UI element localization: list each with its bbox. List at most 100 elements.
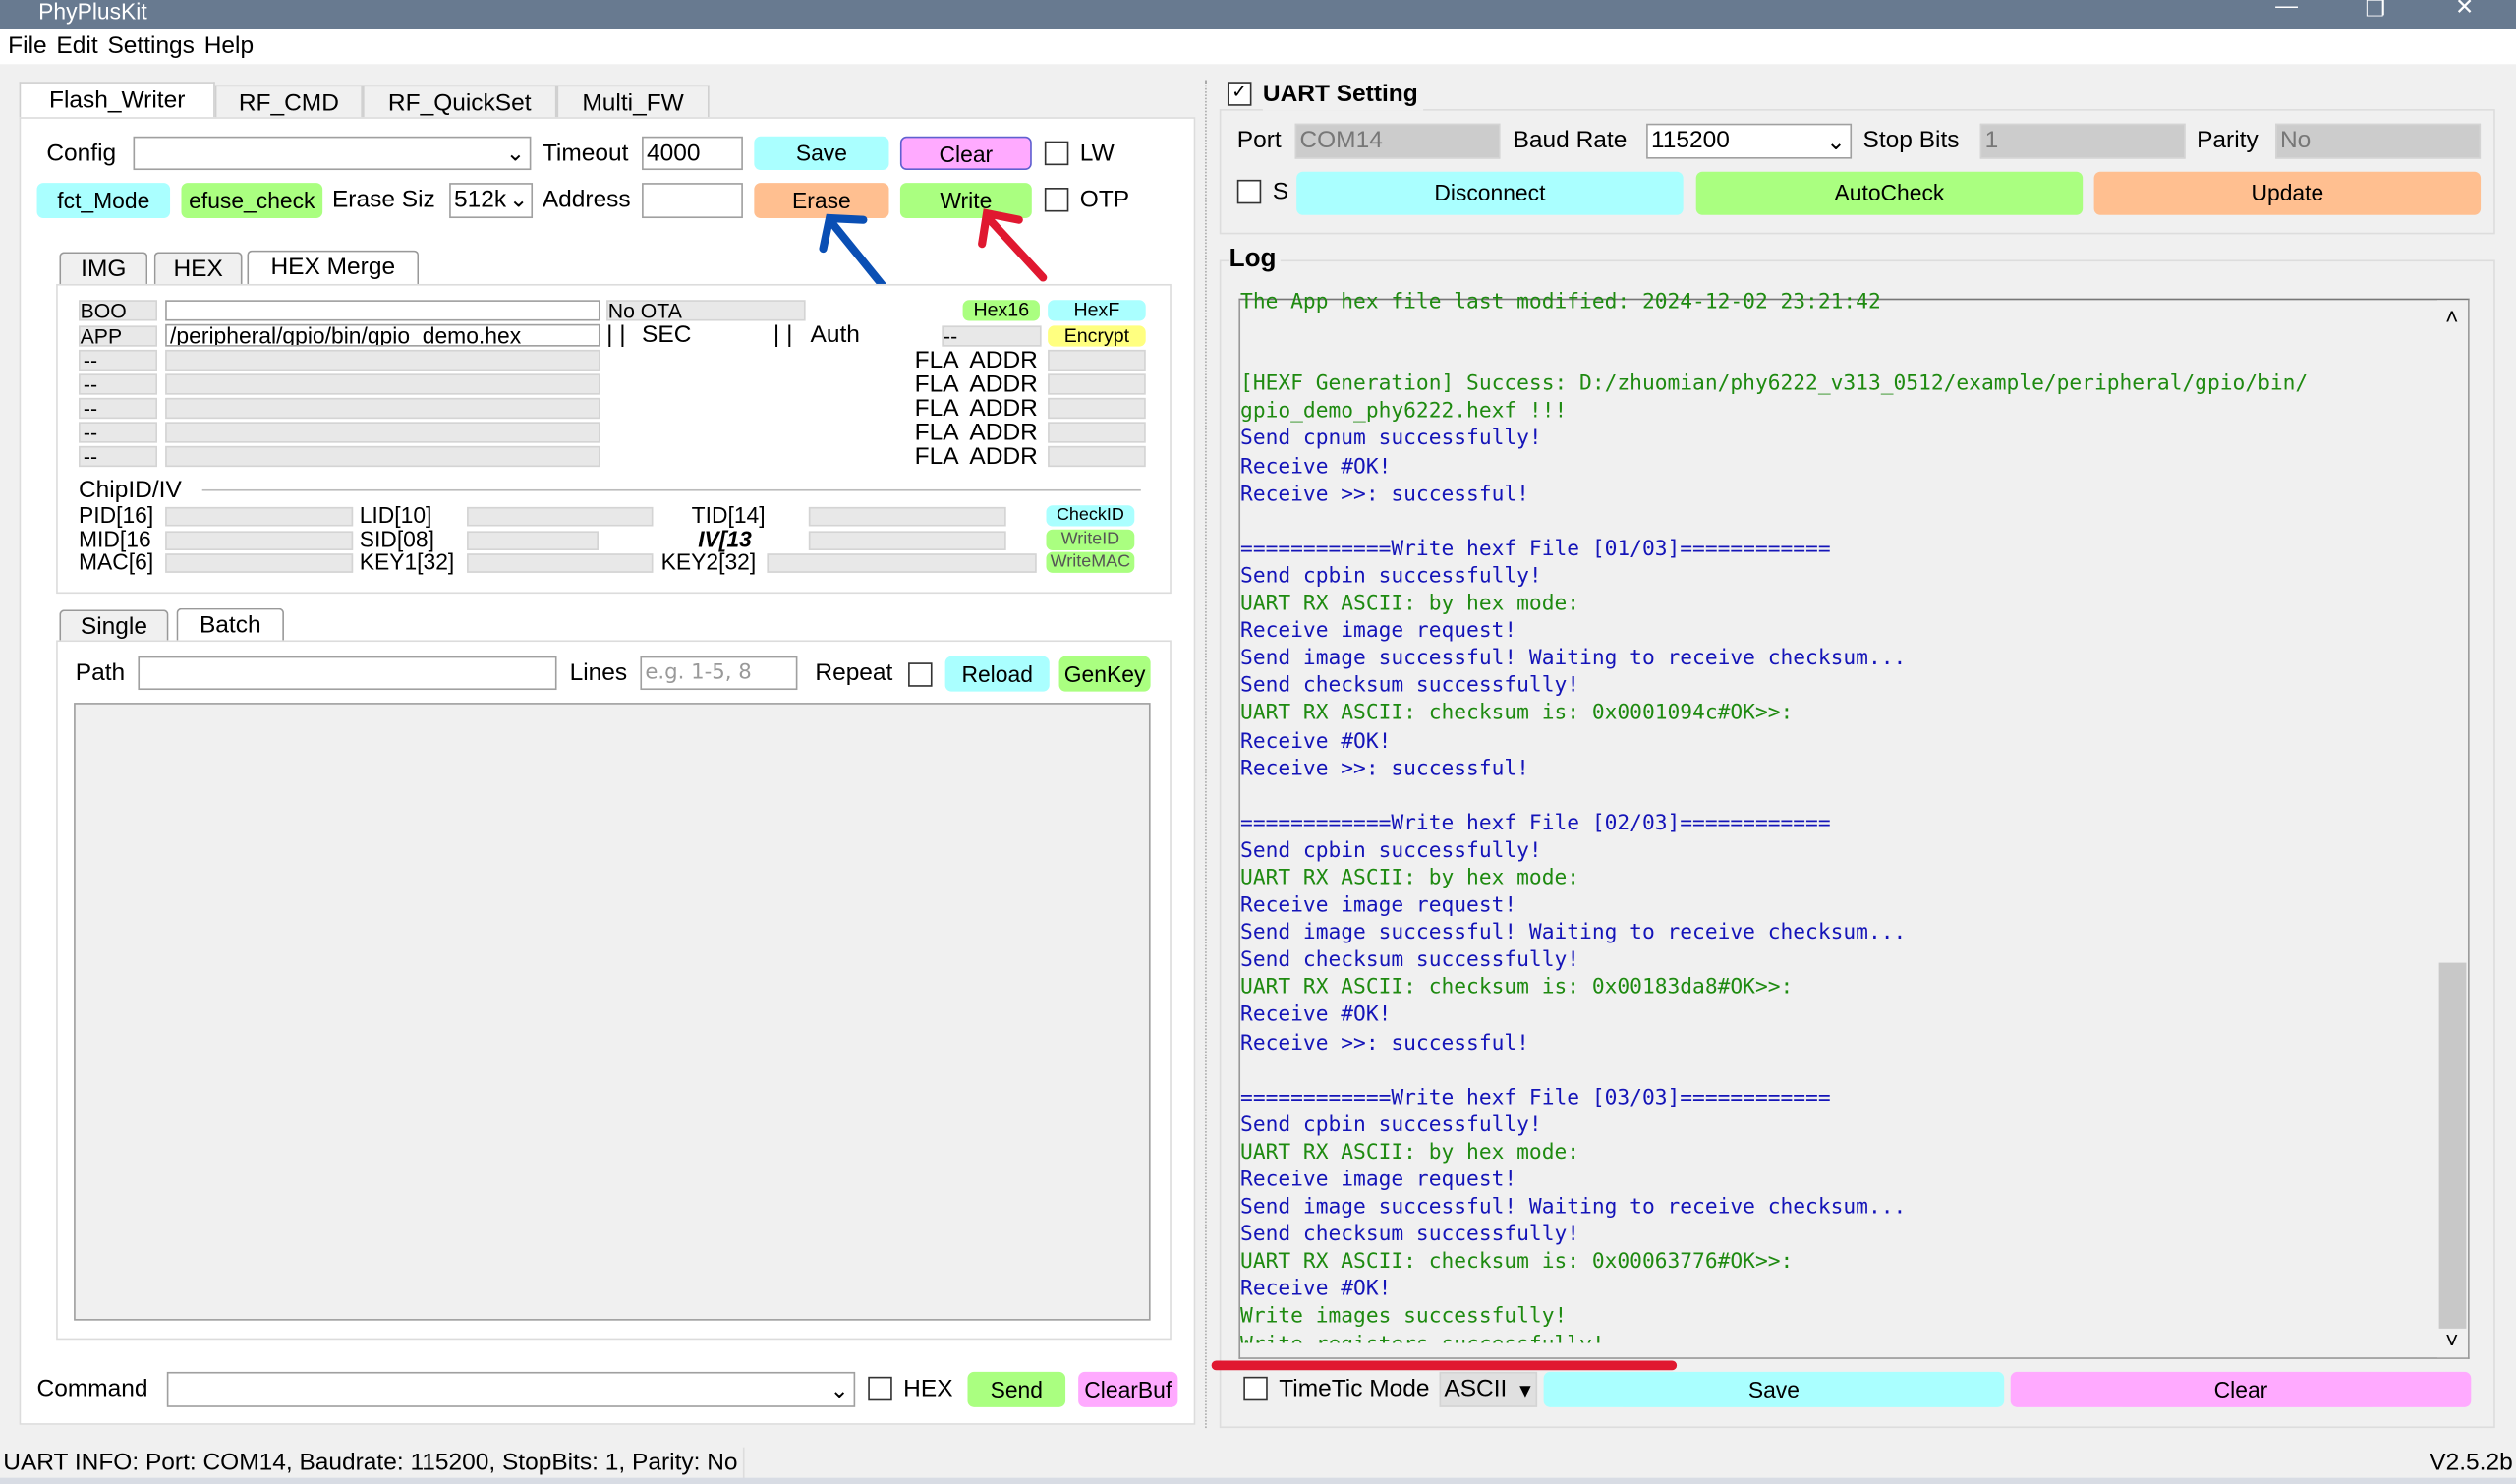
app-select[interactable]: APP [78,325,157,347]
tab-rf-quickset[interactable]: RF_QuickSet [362,85,557,119]
fla-addr-input[interactable] [1048,445,1146,468]
fla-addr-input[interactable] [1048,397,1146,420]
encrypt-select[interactable]: -- [942,325,1042,347]
boot-select[interactable]: BOO [78,300,157,321]
tab-multi-fw[interactable]: Multi_FW [556,85,710,119]
sid-input[interactable] [467,531,599,550]
tab-hex-merge[interactable]: HEX Merge [247,250,420,286]
tab-batch[interactable]: Batch [176,607,284,643]
send-button[interactable]: Send [967,1371,1066,1407]
lw-checkbox[interactable] [1044,141,1069,166]
tab-rf-cmd[interactable]: RF_CMD [214,85,363,119]
region-path-input[interactable] [165,349,600,371]
clear-button[interactable]: Clear [899,136,1032,171]
status-version: V2.5.2b [2430,1449,2513,1477]
iv-input[interactable] [808,531,1006,550]
clearbuf-button[interactable]: ClearBuf [1078,1371,1178,1407]
log-scrollbar[interactable]: ˄ ˅ [2436,300,2469,1358]
log-clear-button[interactable]: Clear [2010,1371,2472,1407]
erase-size-select[interactable]: 512k ⌄ [449,183,534,219]
tab-img[interactable]: IMG [59,252,148,284]
region-path-input[interactable] [165,397,600,420]
log-save-button[interactable]: Save [1543,1371,2005,1407]
log-mode-select[interactable]: ASCII ▾ [1439,1371,1538,1407]
menu-file[interactable]: File [8,32,46,60]
tab-hex[interactable]: HEX [153,252,243,284]
mid-input[interactable] [165,531,354,550]
address-input[interactable] [642,183,743,219]
mac-input[interactable] [165,553,354,573]
region-select[interactable]: -- [78,373,157,395]
log-line: Receive image request! [1240,1168,1517,1193]
boot-path-input[interactable] [165,300,600,321]
lid-input[interactable] [467,506,654,527]
region-select[interactable]: -- [78,349,157,371]
timeout-input[interactable]: 4000 [642,136,743,171]
update-button[interactable]: Update [2093,171,2482,215]
timetic-label: TimeTic Mode [1279,1375,1430,1402]
key2-input[interactable] [767,553,1037,573]
key1-input[interactable] [467,553,654,573]
menu-settings[interactable]: Settings [107,32,194,60]
restore-icon[interactable]: ❐ [2366,0,2386,20]
tab-single[interactable]: Single [59,609,169,643]
tid-input[interactable] [808,506,1006,527]
log-line: Send checksum successfully! [1240,948,1580,973]
sec-checkbox[interactable]: | | [606,319,626,352]
mac-label: MAC[6] [78,548,154,575]
repeat-label: Repeat [815,659,893,687]
path-input[interactable] [138,656,557,691]
autocheck-button[interactable]: AutoCheck [1695,171,2084,215]
uart-setting-checkbox[interactable]: ✓ [1227,82,1252,106]
menu-help[interactable]: Help [204,32,254,60]
auth-checkbox[interactable]: | | [773,319,793,352]
disconnect-button[interactable]: Disconnect [1296,171,1684,215]
fla-addr-label: FLA ADDR [914,442,1038,471]
genkey-button[interactable]: GenKey [1058,656,1151,692]
tab-flash-writer[interactable]: Flash_Writer [19,82,215,119]
chevron-down-icon: ⌄ [829,1376,849,1402]
checkid-button[interactable]: CheckID [1046,505,1135,527]
config-select[interactable]: ⌄ [133,136,532,171]
hexf-button[interactable]: HexF [1048,300,1146,321]
region-select[interactable]: -- [78,422,157,443]
region-path-input[interactable] [165,422,600,443]
batch-list[interactable] [74,703,1151,1321]
port-select[interactable]: COM14 [1294,123,1501,159]
command-input[interactable]: ⌄ [166,1371,856,1407]
region-path-input[interactable] [165,373,600,395]
splitter-handle[interactable] [1205,80,1207,1429]
region-select[interactable]: -- [78,446,157,468]
scroll-thumb[interactable] [2438,962,2467,1329]
scroll-up-icon[interactable]: ˄ [2445,304,2458,329]
region-select[interactable]: -- [78,397,157,420]
parity-select[interactable]: No [2275,123,2482,159]
hex-checkbox[interactable] [868,1376,892,1401]
efuse-check-button[interactable]: efuse_check [181,183,323,219]
fla-addr-input[interactable] [1048,349,1146,371]
close-icon[interactable]: ✕ [2455,0,2474,18]
stop-bits-select[interactable]: 1 [1979,123,2186,159]
pid-input[interactable] [165,506,354,527]
timetic-checkbox[interactable] [1243,1376,1268,1401]
app-path-input[interactable]: /peripheral/gpio/bin/gpio_demo.hex [165,323,600,347]
repeat-checkbox[interactable] [908,662,933,687]
writemac-button[interactable]: WriteMAC [1046,551,1135,573]
ota-select[interactable]: No OTA [606,300,806,321]
baud-rate-select[interactable]: 115200 ⌄ [1646,123,1853,159]
scroll-down-icon[interactable]: ˅ [2445,1327,2458,1352]
lines-input[interactable]: e.g. 1-5, 8 [640,656,798,691]
minimize-icon[interactable]: — [2275,0,2298,16]
fct-mode-button[interactable]: fct_Mode [36,183,171,219]
fla-addr-input[interactable] [1048,422,1146,443]
encrypt-button[interactable]: Encrypt [1048,325,1146,347]
fla-addr-input[interactable] [1048,373,1146,395]
writeid-button[interactable]: WriteID [1046,529,1135,550]
region-path-input[interactable] [165,445,600,468]
menu-edit[interactable]: Edit [56,32,97,60]
divider [201,488,1141,491]
s-checkbox[interactable] [1236,179,1262,204]
hex16-button[interactable]: Hex16 [962,300,1040,321]
reload-button[interactable]: Reload [944,656,1050,692]
save-button[interactable]: Save [754,136,889,171]
